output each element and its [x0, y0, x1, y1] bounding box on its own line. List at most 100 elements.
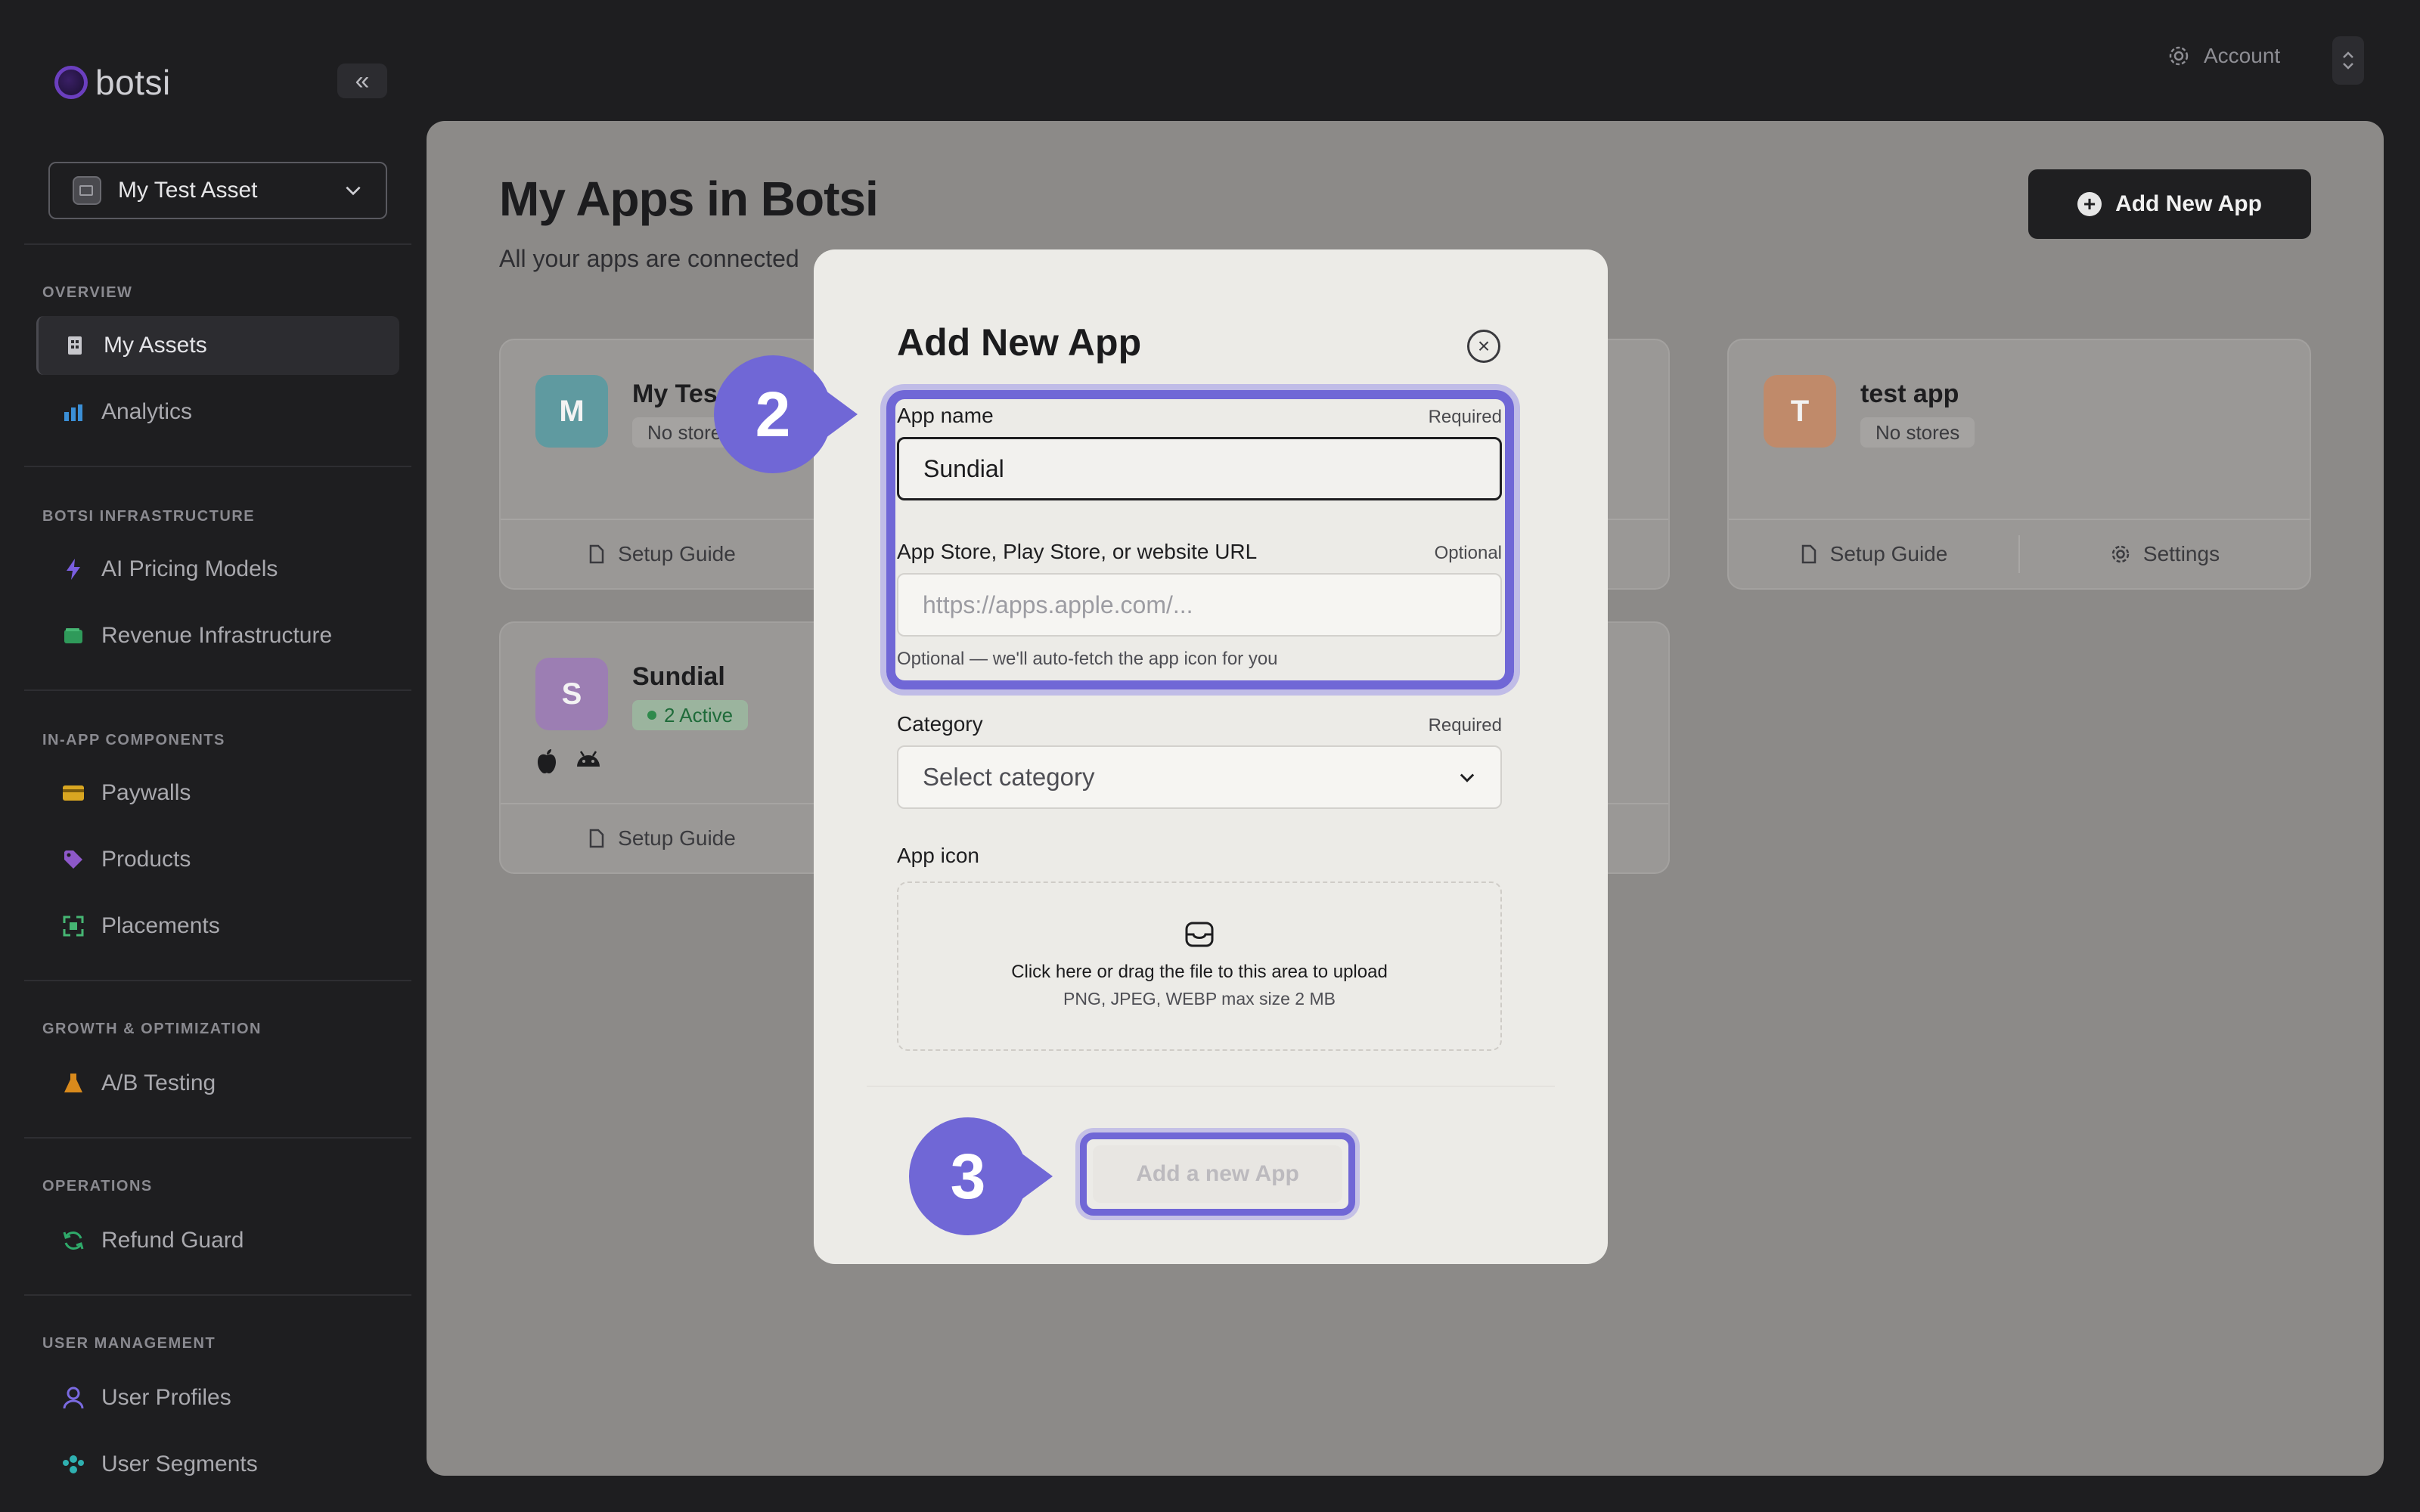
gear-icon — [2169, 46, 2189, 66]
asset-selector[interactable]: My Test Asset — [48, 162, 387, 219]
close-icon: × — [1477, 334, 1491, 358]
settings-button[interactable]: Settings — [2020, 520, 2310, 588]
divider — [24, 1294, 411, 1296]
app-name: My Tes — [632, 380, 718, 408]
add-new-app-button[interactable]: + Add New App — [2028, 169, 2311, 239]
setup-guide-button[interactable]: Setup Guide — [1729, 520, 2018, 588]
section-title-growth: GROWTH & OPTIMIZATION — [42, 1021, 262, 1037]
store-badge: No stores — [1860, 417, 1975, 448]
sidebar-item-label: Analytics — [101, 399, 193, 424]
app-avatar: T — [1764, 375, 1836, 448]
app-card[interactable]: T test app No stores Setup Guide Setting… — [1727, 339, 2311, 590]
sidebar-item-user-profiles[interactable]: User Profiles — [36, 1368, 399, 1427]
sidebar-item-ab-testing[interactable]: A/B Testing — [36, 1054, 399, 1113]
app-name-input[interactable]: Sundial — [897, 437, 1502, 500]
add-app-modal: Add New App × App name Required Sundial … — [814, 249, 1608, 1264]
app-avatar: M — [535, 375, 608, 448]
tag-icon — [62, 848, 85, 871]
upload-subtitle: PNG, JPEG, WEBP max size 2 MB — [1063, 989, 1336, 1009]
app-name: test app — [1860, 380, 1959, 408]
divider — [24, 466, 411, 467]
app-avatar: S — [535, 658, 608, 730]
image-icon — [73, 176, 101, 205]
section-title-in-app-components: IN-APP COMPONENTS — [42, 732, 225, 748]
sidebar-item-label: Paywalls — [101, 780, 191, 805]
sidebar-item-refund-guard[interactable]: Refund Guard — [36, 1211, 399, 1270]
sidebar-item-revenue-infrastructure[interactable]: Revenue Infrastructure — [36, 606, 399, 665]
url-placeholder: https://apps.apple.com/... — [923, 590, 1193, 618]
user-icon — [62, 1387, 85, 1409]
status-dot-icon — [647, 711, 656, 720]
page-subtitle: All your apps are connected — [499, 245, 799, 272]
sidebar-item-my-assets[interactable]: My Assets — [36, 316, 399, 375]
expand-icon — [62, 915, 85, 937]
setup-guide-button[interactable]: Setup Guide — [501, 804, 823, 872]
document-icon — [1801, 544, 1816, 564]
flask-icon — [62, 1072, 85, 1095]
sidebar-item-label: Placements — [101, 913, 220, 938]
sidebar-item-label: Products — [101, 847, 191, 872]
logo[interactable]: botsi — [54, 62, 171, 103]
close-button[interactable]: × — [1467, 330, 1500, 363]
sidebar-item-ai-pricing-models[interactable]: AI Pricing Models — [36, 540, 399, 599]
credit-card-icon — [62, 782, 85, 804]
app-name-label: App name — [897, 404, 994, 427]
sidebar-item-analytics[interactable]: Analytics — [36, 383, 399, 442]
document-icon — [589, 829, 604, 848]
divider — [24, 1137, 411, 1139]
sidebar-item-placements[interactable]: Placements — [36, 897, 399, 956]
category-select[interactable]: Select category — [897, 745, 1502, 809]
optional-label: Optional — [1434, 543, 1502, 563]
section-title-overview: OVERVIEW — [42, 284, 133, 301]
upload-title: Click here or drag the file to this area… — [1011, 962, 1388, 982]
asset-selector-label: My Test Asset — [118, 178, 258, 203]
bar-chart-icon — [62, 401, 85, 423]
collapse-sidebar-button[interactable]: « — [337, 64, 387, 98]
store-badge-label: No store — [647, 420, 722, 444]
step-marker-3: 3 — [909, 1117, 1053, 1235]
section-title-user-management: USER MANAGEMENT — [42, 1335, 216, 1352]
page-title: My Apps in Botsi — [499, 172, 879, 226]
url-input[interactable]: https://apps.apple.com/... — [897, 573, 1502, 637]
chevron-up-down-icon — [2343, 51, 2353, 70]
setup-guide-button[interactable]: Setup Guide — [501, 520, 823, 588]
account-button[interactable]: Account — [2167, 44, 2280, 68]
platform-icons — [535, 748, 602, 774]
users-group-icon — [62, 1453, 85, 1476]
status-badge-label: 2 Active — [664, 703, 734, 727]
category-label: Category — [897, 712, 983, 736]
gear-icon — [2111, 545, 2130, 563]
sidebar: botsi « My Test Asset OVERVIEW My Assets… — [0, 0, 424, 1512]
app-name: Sundial — [632, 662, 725, 691]
section-title-infrastructure: BOTSI INFRASTRUCTURE — [42, 508, 256, 525]
refresh-icon — [62, 1229, 85, 1252]
sidebar-item-label: My Assets — [104, 333, 207, 358]
document-icon — [589, 544, 604, 564]
divider — [24, 980, 411, 981]
upload-tray-icon — [1185, 922, 1214, 947]
sidebar-item-label: AI Pricing Models — [101, 556, 278, 581]
url-hint: Optional — we'll auto-fetch the app icon… — [897, 649, 1278, 669]
double-chevron-left-icon: « — [355, 67, 370, 95]
app-name-value: Sundial — [923, 454, 1004, 482]
status-badge: 2 Active — [632, 700, 749, 730]
section-title-operations: OPERATIONS — [42, 1178, 153, 1194]
logo-text: botsi — [95, 63, 171, 102]
app-icon-label: App icon — [897, 844, 979, 867]
wallet-icon — [62, 624, 85, 647]
expand-collapse-button[interactable] — [2332, 36, 2364, 85]
settings-label: Settings — [2142, 542, 2220, 565]
setup-guide-label: Setup Guide — [618, 542, 736, 565]
sidebar-item-label: User Profiles — [101, 1385, 231, 1410]
sidebar-item-products[interactable]: Products — [36, 830, 399, 889]
upload-dropzone[interactable]: Click here or drag the file to this area… — [897, 881, 1502, 1051]
modal-title: Add New App — [897, 321, 1142, 364]
sidebar-item-label: A/B Testing — [101, 1070, 216, 1095]
submit-highlight: Add a new App — [1080, 1132, 1355, 1216]
add-a-new-app-button[interactable]: Add a new App — [1093, 1145, 1342, 1203]
logo-mark-icon — [54, 66, 88, 99]
sidebar-item-user-segments[interactable]: User Segments — [36, 1435, 399, 1494]
divider — [24, 689, 411, 691]
chevron-down-icon — [1460, 773, 1475, 782]
sidebar-item-paywalls[interactable]: Paywalls — [36, 764, 399, 823]
